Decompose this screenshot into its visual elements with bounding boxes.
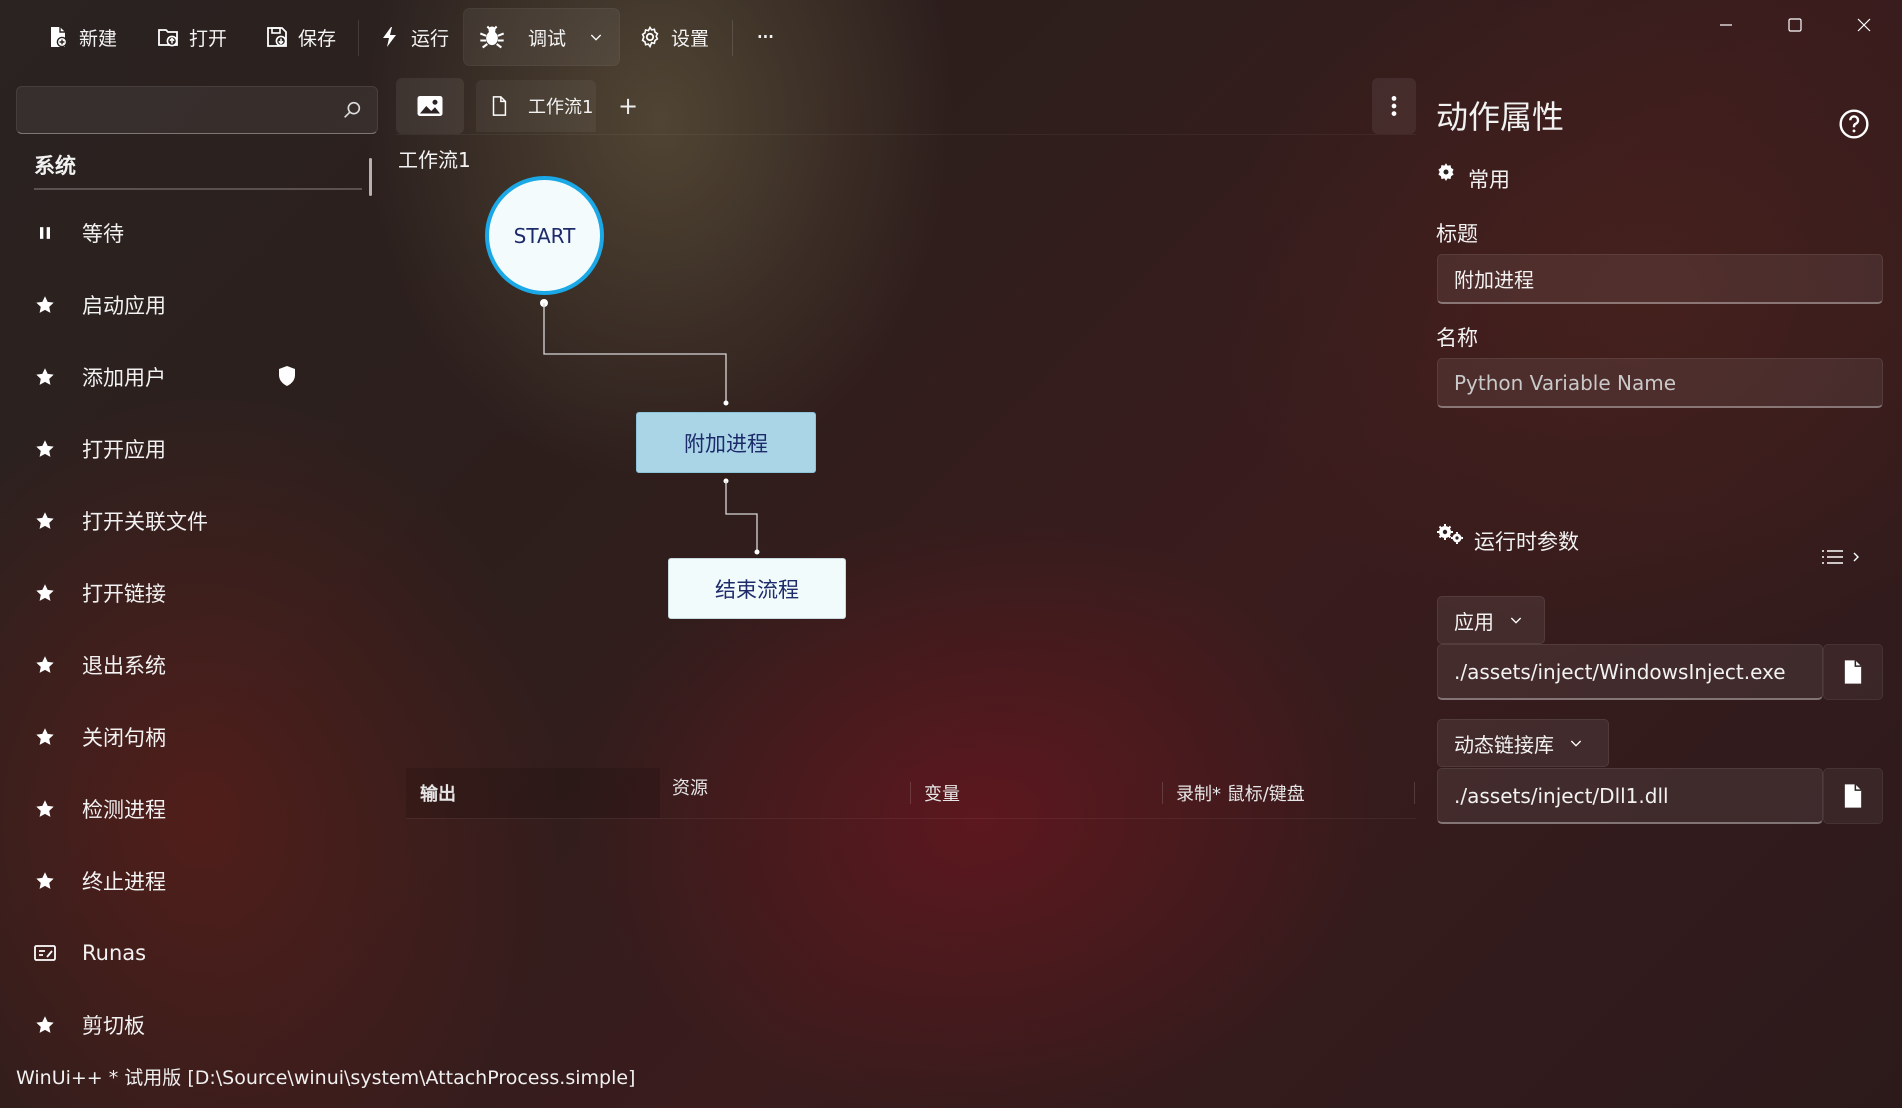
tab-separator [1162, 782, 1163, 804]
title-field[interactable] [1437, 254, 1883, 304]
start-node[interactable]: START [485, 176, 604, 295]
file-icon [1844, 784, 1862, 808]
browse-dll-button[interactable] [1823, 768, 1883, 824]
gears-icon [1436, 522, 1464, 546]
tab-label: 变量 [924, 784, 960, 805]
end-flow-node[interactable]: 结束流程 [668, 558, 846, 619]
file-icon [1844, 660, 1862, 684]
node-label: 结束流程 [715, 577, 799, 602]
name-field-label: 名称 [1436, 326, 1478, 350]
app-combo[interactable]: 应用 [1437, 596, 1545, 644]
tab-label: 录制* 鼠标/键盘 [1176, 784, 1305, 805]
attach-process-node[interactable]: 附加进程 [636, 412, 816, 473]
combo-label: 动态链接库 [1454, 732, 1554, 757]
app-path-input[interactable] [1438, 645, 1822, 698]
runtime-section-title: 运行时参数 [1474, 530, 1579, 554]
title-input[interactable] [1438, 255, 1882, 302]
status-bar: WinUi++ * 试用版 [D:\Source\winui\system\At… [16, 1067, 636, 1089]
dll-combo[interactable]: 动态链接库 [1437, 719, 1609, 767]
help-icon [1839, 109, 1869, 139]
help-button[interactable] [1838, 108, 1870, 140]
app-path-field[interactable] [1437, 644, 1823, 700]
dll-path-input[interactable] [1438, 769, 1822, 822]
start-node-label: START [513, 223, 576, 248]
tab-record[interactable]: 录制* 鼠标/键盘 [1176, 768, 1305, 818]
title-field-label: 标题 [1436, 222, 1478, 246]
workflow-connectors [540, 299, 760, 555]
common-section-title: 常用 [1468, 168, 1510, 192]
tab-separator [1414, 782, 1415, 804]
output-divider [406, 818, 1416, 819]
list-icon [1822, 550, 1859, 564]
gear-icon [1436, 162, 1456, 182]
tab-variables[interactable]: 变量 [924, 768, 960, 818]
chevron-down-icon [1570, 740, 1582, 747]
tab-output[interactable]: 输出 [420, 768, 456, 818]
properties-title: 动作属性 [1436, 98, 1565, 136]
dll-path-field[interactable] [1437, 768, 1823, 824]
browse-app-button[interactable] [1823, 644, 1883, 700]
name-input[interactable] [1438, 359, 1882, 406]
node-label: 附加进程 [684, 431, 768, 456]
list-view-button[interactable] [1820, 547, 1860, 567]
tab-label: 资源 [672, 778, 708, 799]
name-field[interactable] [1437, 358, 1883, 408]
tab-separator [910, 782, 911, 804]
chevron-down-icon [1510, 617, 1522, 624]
combo-label: 应用 [1454, 609, 1494, 634]
tab-resources[interactable]: 资源 [672, 762, 708, 812]
tab-label: 输出 [420, 784, 456, 805]
